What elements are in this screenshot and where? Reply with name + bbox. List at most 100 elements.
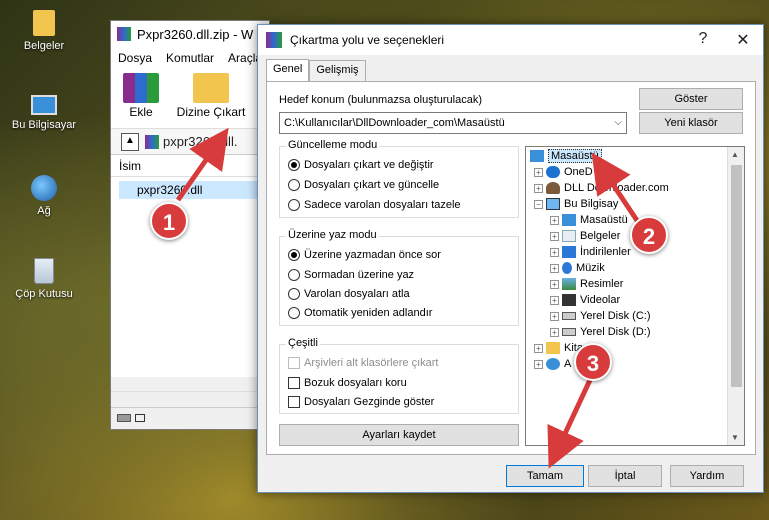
expand-icon[interactable]: +: [550, 311, 559, 321]
expand-icon[interactable]: +: [550, 215, 559, 225]
tree-item-network[interactable]: + A: [534, 356, 571, 372]
add-button-label: Ekle: [129, 105, 153, 119]
scroll-up-icon[interactable]: ▲: [731, 150, 739, 159]
tree-item-desktop-sub[interactable]: + Masaüstü: [550, 212, 628, 228]
radio-dot: [288, 179, 300, 191]
expand-icon[interactable]: +: [550, 231, 559, 241]
toolbar: Ekle Dizine Çıkart: [111, 69, 269, 129]
collapse-icon[interactable]: −: [534, 199, 543, 209]
expand-icon[interactable]: +: [534, 359, 543, 369]
address-bar: pxpr3260.dll.: [111, 129, 269, 155]
tree-item-label: Yerel Disk (C:): [580, 310, 651, 322]
menu-commands[interactable]: Komutlar: [159, 51, 221, 65]
expand-icon[interactable]: +: [550, 247, 559, 257]
chevron-down-icon[interactable]: ⌵: [614, 113, 622, 133]
pc-icon: [546, 198, 560, 210]
tree-item-music[interactable]: + Müzik: [550, 260, 605, 276]
desktop-icon-network[interactable]: Ağ: [4, 175, 84, 217]
expand-icon[interactable]: +: [550, 263, 559, 273]
desktop-icon-label: Bu Bilgisayar: [11, 119, 77, 131]
status-bar: [111, 407, 269, 429]
tree-item-videos[interactable]: + Videolar: [550, 292, 620, 308]
extract-to-label: Dizine Çıkart: [176, 105, 246, 119]
tab-advanced[interactable]: Gelişmiş: [309, 60, 366, 82]
tree-item-label: Masaüstü: [548, 149, 602, 163]
help-icon[interactable]: ?: [683, 30, 723, 50]
desktop-icon-documents[interactable]: Belgeler: [4, 10, 84, 52]
callout-step-3: 3: [574, 343, 612, 381]
extract-to-button[interactable]: Dizine Çıkart: [171, 69, 251, 128]
desktop-icon-label: Çöp Kutusu: [15, 288, 73, 300]
option-label: Sormadan üzerine yaz: [304, 269, 415, 281]
tree-item-disk-c[interactable]: + Yerel Disk (C:): [550, 308, 651, 324]
tree-item-user[interactable]: + DLL Downloader.com: [534, 180, 669, 196]
new-folder-button[interactable]: Yeni klasör: [639, 112, 743, 134]
radio-extract-replace[interactable]: Dosyaları çıkart ve değiştir: [288, 159, 434, 171]
checkbox-keep-broken[interactable]: Bozuk dosyaları koru: [288, 377, 407, 389]
folder-tree[interactable]: Masaüstü + OneD + DLL Downloader.com − Bu B…: [525, 146, 745, 446]
desktop-icon-this-pc[interactable]: Bu Bilgisayar: [4, 95, 84, 131]
tree-item-documents[interactable]: + Belgeler: [550, 228, 620, 244]
ok-button[interactable]: Tamam: [506, 465, 584, 487]
radio-extract-update[interactable]: Dosyaları çıkart ve güncelle: [288, 179, 439, 191]
tree-scrollbar[interactable]: ▲ ▼: [727, 147, 744, 445]
destination-path-value: C:\Kullanıcılar\DllDownloader_com\Masaüs…: [284, 117, 505, 129]
tree-item-disk-d[interactable]: + Yerel Disk (D:): [550, 324, 651, 340]
scrollbar-thumb[interactable]: [731, 165, 742, 387]
checkbox-show-in-explorer[interactable]: Dosyaları Gezginde göster: [288, 396, 434, 408]
option-label: Dosyaları çıkart ve değiştir: [304, 159, 434, 171]
expand-icon[interactable]: +: [550, 295, 559, 305]
radio-fresh-existing[interactable]: Sadece varolan dosyaları tazele: [288, 199, 461, 211]
group-title: Üzerine yaz modu: [286, 229, 379, 241]
expand-icon[interactable]: +: [534, 183, 543, 193]
expand-icon[interactable]: +: [550, 327, 559, 337]
destination-path-combo[interactable]: C:\Kullanıcılar\DllDownloader_com\Masaüs…: [279, 112, 627, 134]
desktop-icon: [530, 150, 544, 162]
tree-item-pictures[interactable]: + Resimler: [550, 276, 623, 292]
network-icon: [31, 175, 57, 201]
tree-item-desktop[interactable]: Masaüstü: [530, 148, 602, 164]
tree-item-label: Müzik: [576, 262, 605, 274]
expand-icon[interactable]: +: [534, 343, 543, 353]
column-header-name[interactable]: İsim: [111, 155, 269, 177]
tree-item-label: DLL Downloader.com: [564, 182, 669, 194]
dialog-title: Çıkartma yolu ve seçenekleri: [290, 33, 445, 47]
expand-icon[interactable]: +: [534, 167, 543, 177]
general-panel: Hedef konum (bulunmazsa oluşturulacak) C…: [266, 81, 756, 455]
option-label: Otomatik yeniden adlandır: [304, 307, 433, 319]
tree-item-onedrive[interactable]: + OneD: [534, 164, 593, 180]
cloud-icon: [546, 166, 560, 178]
file-row[interactable]: pxpr3260.dll: [119, 181, 269, 199]
option-label: Varolan dosyaları atla: [304, 288, 410, 300]
menu-file[interactable]: Dosya: [111, 51, 159, 65]
recycle-bin-icon: [34, 258, 54, 284]
disk-icon: [562, 328, 576, 336]
show-button[interactable]: Göster: [639, 88, 743, 110]
tree-item-this-pc[interactable]: − Bu Bilgisay: [534, 196, 618, 212]
file-name: pxpr3260.dll: [137, 183, 203, 197]
tab-general[interactable]: Genel: [266, 59, 310, 81]
save-settings-button[interactable]: Ayarları kaydet: [279, 424, 519, 446]
option-label: Üzerine yazmadan önce sor: [304, 249, 441, 261]
network-icon: [546, 358, 560, 370]
close-icon[interactable]: ✕: [723, 30, 763, 50]
help-button[interactable]: Yardım: [670, 465, 744, 487]
expand-icon[interactable]: +: [550, 279, 559, 289]
checkbox-box: [288, 396, 300, 408]
cancel-button[interactable]: İptal: [588, 465, 662, 487]
radio-auto-rename[interactable]: Otomatik yeniden adlandır: [288, 307, 432, 319]
tree-item-downloads[interactable]: + İndirilenler: [550, 244, 631, 260]
horizontal-scrollbar[interactable]: [111, 391, 269, 407]
window-title: Pxpr3260.dll.zip - W: [137, 26, 254, 42]
scroll-down-icon[interactable]: ▼: [731, 433, 739, 442]
tree-item-label: Bu Bilgisay: [564, 198, 619, 210]
up-folder-button[interactable]: [121, 132, 139, 151]
desktop-icon-label: Ağ: [37, 205, 51, 217]
add-button[interactable]: Ekle: [111, 69, 171, 128]
radio-ask-before[interactable]: Üzerine yazmadan önce sor: [288, 249, 441, 261]
tree-item-label: OneD: [564, 166, 593, 178]
option-label: Sadece varolan dosyaları tazele: [304, 199, 461, 211]
desktop-icon-recycle-bin[interactable]: Çöp Kutusu: [4, 258, 84, 300]
radio-overwrite-without[interactable]: Sormadan üzerine yaz: [288, 269, 414, 281]
radio-skip-existing[interactable]: Varolan dosyaları atla: [288, 288, 410, 300]
